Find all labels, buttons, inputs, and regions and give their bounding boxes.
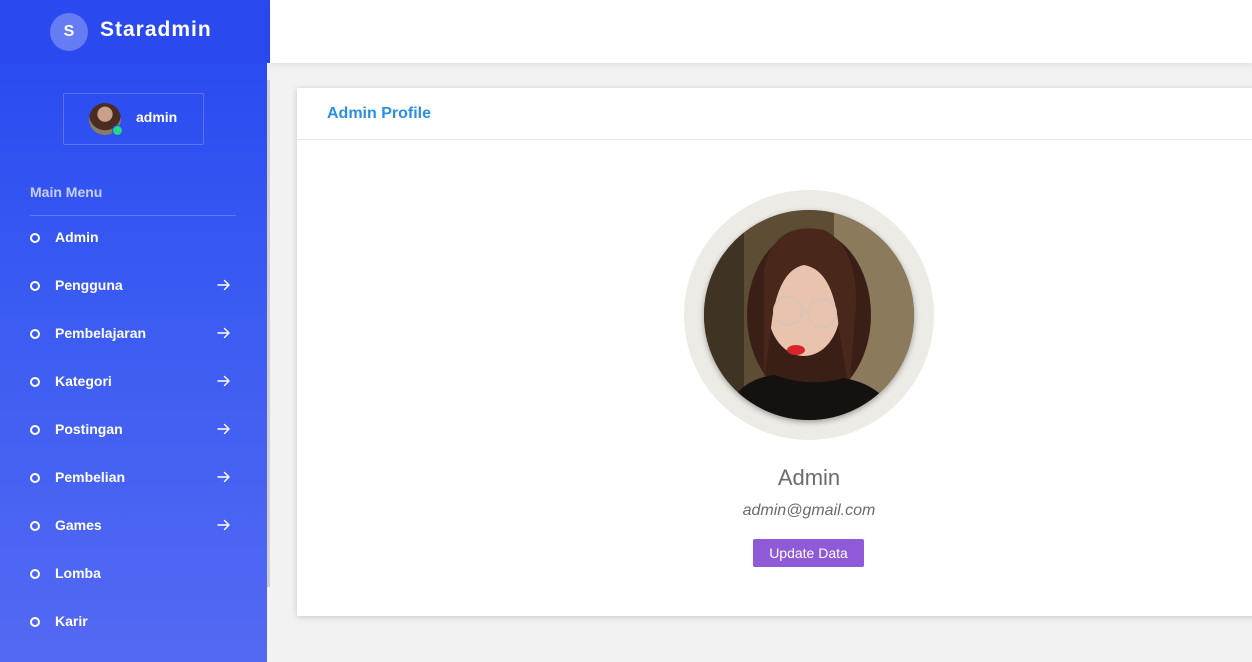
sidebar-item-lomba[interactable]: Lomba	[0, 550, 267, 598]
sidebar-item-pengguna[interactable]: Pengguna	[0, 262, 267, 310]
sidebar-item-label: Postingan	[55, 421, 123, 437]
admin-profile-card: Admin Profile Admin admin@gmail.com Upda…	[297, 88, 1252, 616]
sidebar-item-label: Karir	[55, 613, 88, 629]
circle-bullet-icon	[30, 521, 40, 531]
profile-photo	[704, 210, 914, 420]
sidebar-item-label: Pembelajaran	[55, 325, 147, 341]
brand-name: Staradmin	[100, 18, 212, 41]
user-name: admin	[136, 109, 178, 125]
sidebar-item-postingan[interactable]: Postingan	[0, 406, 267, 454]
profile-email: admin@gmail.com	[742, 502, 876, 519]
sidebar-item-label: Admin	[55, 229, 99, 245]
sidebar-item-label: Kategori	[55, 373, 112, 389]
brand-logo-icon: S	[50, 13, 88, 51]
arrow-right-icon	[217, 471, 230, 483]
circle-bullet-icon	[30, 425, 40, 435]
circle-bullet-icon	[30, 377, 40, 387]
card-title: Admin Profile	[327, 105, 432, 122]
sidebar-item-label: Pembelian	[55, 469, 126, 485]
user-profile-box[interactable]: admin	[63, 93, 204, 145]
sidebar-scrollbar[interactable]	[267, 80, 270, 587]
arrow-right-icon	[217, 423, 230, 435]
sidebar-item-admin[interactable]: Admin	[0, 214, 267, 262]
sidebar: S Staradmin admin Main Menu Admin Penggu…	[0, 0, 270, 662]
sidebar-item-pembelian[interactable]: Pembelian	[0, 454, 267, 502]
card-header: Admin Profile	[297, 88, 1252, 140]
sidebar-item-label: Games	[55, 517, 102, 533]
circle-bullet-icon	[30, 233, 40, 243]
brand[interactable]: S Staradmin	[0, 0, 270, 63]
circle-bullet-icon	[30, 569, 40, 579]
circle-bullet-icon	[30, 329, 40, 339]
update-data-button[interactable]: Update Data	[753, 539, 864, 567]
sidebar-item-label: Pengguna	[55, 277, 123, 293]
online-status-icon	[112, 125, 123, 136]
sidebar-item-pembelajaran[interactable]: Pembelajaran	[0, 310, 267, 358]
circle-bullet-icon	[30, 617, 40, 627]
main-menu: Admin Pengguna Pembelajaran Kategori Pos…	[0, 214, 267, 646]
profile-photo-frame	[684, 190, 934, 440]
sidebar-item-karir[interactable]: Karir	[0, 598, 267, 646]
circle-bullet-icon	[30, 473, 40, 483]
arrow-right-icon	[217, 519, 230, 531]
sidebar-item-games[interactable]: Games	[0, 502, 267, 550]
arrow-right-icon	[217, 327, 230, 339]
top-navbar	[270, 0, 1252, 63]
arrow-right-icon	[217, 375, 230, 387]
profile-photo-image	[704, 210, 914, 420]
menu-title: Main Menu	[30, 184, 103, 200]
arrow-right-icon	[217, 279, 230, 291]
sidebar-item-kategori[interactable]: Kategori	[0, 358, 267, 406]
sidebar-item-label: Lomba	[55, 565, 101, 581]
circle-bullet-icon	[30, 281, 40, 291]
profile-name: Admin	[777, 465, 841, 490]
